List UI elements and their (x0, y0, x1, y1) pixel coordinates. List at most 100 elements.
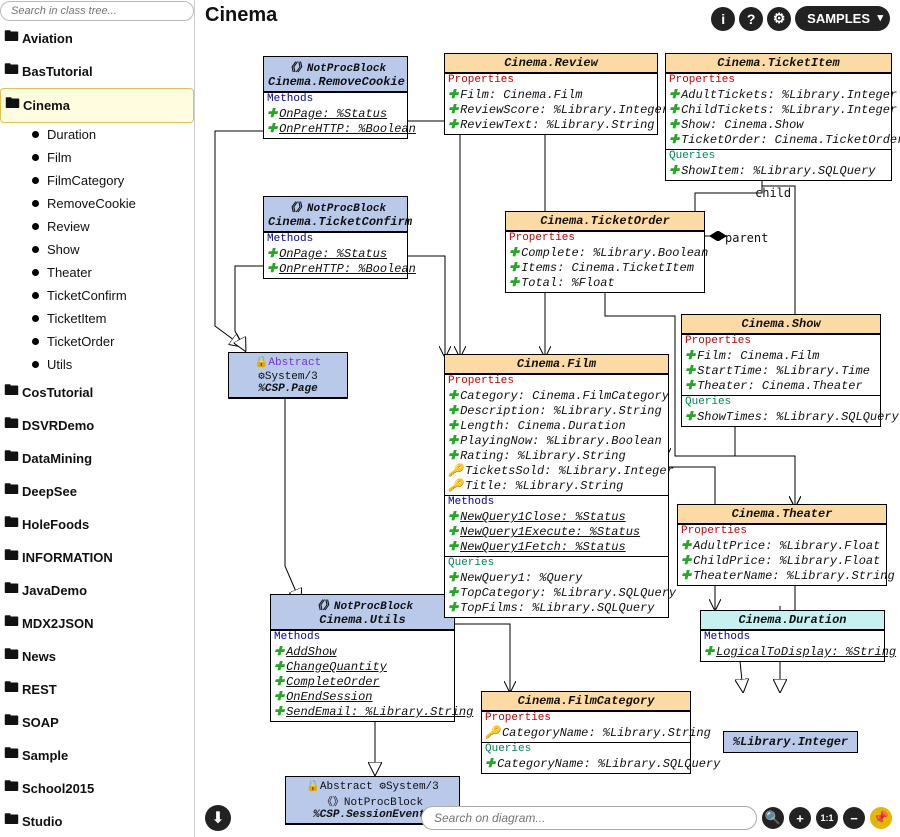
tree-leaf[interactable]: Review (0, 215, 194, 238)
class-ticket-item[interactable]: Cinema.TicketItem Properties ✚AdultTicke… (665, 53, 892, 181)
member-row[interactable]: ✚NewQuery1Execute: %Status (448, 524, 665, 539)
tree-folder[interactable]: News (0, 640, 194, 673)
member-row[interactable]: 🔑Title: %Library.String (448, 478, 665, 493)
tree-leaf[interactable]: FilmCategory (0, 169, 194, 192)
tree-folder[interactable]: Cinema (0, 88, 194, 123)
tree-leaf[interactable]: Film (0, 146, 194, 169)
member-row[interactable]: ✚CategoryName: %Library.SQLQuery (485, 756, 687, 771)
tree-folder[interactable]: Sample (0, 739, 194, 772)
member-row[interactable]: ✚StartTime: %Library.Time (685, 363, 877, 378)
bullet-icon (32, 361, 39, 368)
member-row[interactable]: ✚TicketOrder: Cinema.TicketOrder (669, 132, 888, 147)
member-row[interactable]: ✚AdultPrice: %Library.Float (681, 538, 883, 553)
tree-leaf[interactable]: TicketConfirm (0, 284, 194, 307)
tree-folder[interactable]: School2015 (0, 772, 194, 805)
class-ticket-confirm[interactable]: 《》NotProcBlockCinema.TicketConfirm Metho… (263, 196, 408, 279)
tree-leaf[interactable]: TicketOrder (0, 330, 194, 353)
member-row[interactable]: ✚OnPreHTTP: %Boolean (267, 121, 404, 136)
tree-folder[interactable]: JavaDemo (0, 574, 194, 607)
diagram-search-input[interactable] (421, 806, 757, 830)
member-row[interactable]: ✚TopFilms: %Library.SQLQuery (448, 600, 665, 615)
download-button[interactable]: ⬇ (205, 805, 231, 831)
member-row[interactable]: 🔑CategoryName: %Library.String (485, 725, 687, 740)
class-review[interactable]: Cinema.Review Properties ✚Film: Cinema.F… (444, 53, 658, 135)
class-tree[interactable]: AviationBasTutorialCinemaDurationFilmFil… (0, 22, 194, 833)
member-row[interactable]: ✚OnPreHTTP: %Boolean (267, 261, 404, 276)
samples-dropdown[interactable]: SAMPLES (795, 6, 890, 31)
zoom-reset-button[interactable]: 1:1 (816, 807, 838, 829)
member-row[interactable]: ✚CompleteOrder (274, 674, 451, 689)
member-row[interactable]: ✚ShowTimes: %Library.SQLQuery (685, 409, 877, 424)
member-row[interactable]: ✚ChangeQuantity (274, 659, 451, 674)
tree-folder[interactable]: SOAP (0, 706, 194, 739)
member-row[interactable]: ✚ReviewText: %Library.String (448, 117, 654, 132)
member-row[interactable]: ✚Total: %Float (509, 275, 701, 290)
tree-leaf[interactable]: TicketItem (0, 307, 194, 330)
member-row[interactable]: ✚PlayingNow: %Library.Boolean (448, 433, 665, 448)
member-row[interactable]: ✚AdultTickets: %Library.Integer (669, 87, 888, 102)
member-row[interactable]: ✚Complete: %Library.Boolean (509, 245, 701, 260)
tree-leaf[interactable]: Theater (0, 261, 194, 284)
tree-folder[interactable]: HoleFoods (0, 508, 194, 541)
class-remove-cookie[interactable]: 《》NotProcBlockCinema.RemoveCookie Method… (263, 56, 408, 139)
info-button[interactable]: i (711, 7, 735, 31)
class-theater[interactable]: Cinema.Theater Properties ✚AdultPrice: %… (677, 504, 887, 586)
tree-folder[interactable]: DSVRDemo (0, 409, 194, 442)
member-row[interactable]: ✚OnPage: %Status (267, 106, 404, 121)
member-row[interactable]: ✚NewQuery1Close: %Status (448, 509, 665, 524)
member-row[interactable]: ✚SendEmail: %Library.String (274, 704, 451, 719)
member-row[interactable]: ✚OnEndSession (274, 689, 451, 704)
tree-folder[interactable]: DataMining (0, 442, 194, 475)
class-film-category[interactable]: Cinema.FilmCategory Properties 🔑Category… (481, 691, 691, 774)
class-duration[interactable]: Cinema.Duration Methods ✚LogicalToDispla… (700, 610, 885, 662)
member-row[interactable]: ✚TheaterName: %Library.String (681, 568, 883, 583)
class-film[interactable]: Cinema.Film Properties ✚Category: Cinema… (444, 354, 669, 618)
member-row[interactable]: ✚Description: %Library.String (448, 403, 665, 418)
settings-button[interactable]: ⚙ (767, 7, 791, 31)
member-row[interactable]: ✚ReviewScore: %Library.Integer (448, 102, 654, 117)
help-button[interactable]: ? (739, 7, 763, 31)
search-button[interactable]: 🔍 (762, 807, 784, 829)
member-row[interactable]: ✚Theater: Cinema.Theater (685, 378, 877, 393)
class-utils[interactable]: 《》NotProcBlockCinema.Utils Methods ✚AddS… (270, 594, 455, 722)
member-row[interactable]: ✚TopCategory: %Library.SQLQuery (448, 585, 665, 600)
member-row[interactable]: ✚ShowItem: %Library.SQLQuery (669, 163, 888, 178)
tree-search-input[interactable] (0, 1, 194, 21)
zoom-in-button[interactable]: + (789, 807, 811, 829)
member-row[interactable]: ✚Film: Cinema.Film (685, 348, 877, 363)
tree-folder[interactable]: INFORMATION (0, 541, 194, 574)
member-row[interactable]: ✚Category: Cinema.FilmCategory (448, 388, 665, 403)
member-row[interactable]: ✚ChildTickets: %Library.Integer (669, 102, 888, 117)
tree-folder[interactable]: MDX2JSON (0, 607, 194, 640)
member-row[interactable]: ✚Rating: %Library.String (448, 448, 665, 463)
member-row[interactable]: 🔑TicketsSold: %Library.Integer (448, 463, 665, 478)
class-show[interactable]: Cinema.Show Properties ✚Film: Cinema.Fil… (681, 314, 881, 427)
member-row[interactable]: ✚NewQuery1Fetch: %Status (448, 539, 665, 554)
tree-folder[interactable]: DeepSee (0, 475, 194, 508)
diagram-canvas[interactable]: 《》NotProcBlockCinema.RemoveCookie Method… (195, 36, 900, 837)
member-row[interactable]: ✚Film: Cinema.Film (448, 87, 654, 102)
tree-folder[interactable]: REST (0, 673, 194, 706)
member-row[interactable]: ✚AddShow (274, 644, 451, 659)
zoom-out-button[interactable]: − (843, 807, 865, 829)
member-row[interactable]: ✚NewQuery1: %Query (448, 570, 665, 585)
tree-leaf[interactable]: Utils (0, 353, 194, 376)
bullet-icon (32, 131, 39, 138)
tree-folder[interactable]: Studio (0, 805, 194, 833)
class-library-integer[interactable]: %Library.Integer (723, 731, 858, 753)
class-ticket-order[interactable]: Cinema.TicketOrder Properties ✚Complete:… (505, 211, 705, 293)
member-row[interactable]: ✚LogicalToDisplay: %String (704, 644, 881, 659)
tree-leaf[interactable]: RemoveCookie (0, 192, 194, 215)
tree-folder[interactable]: Aviation (0, 22, 194, 55)
member-row[interactable]: ✚Show: Cinema.Show (669, 117, 888, 132)
tree-folder[interactable]: BasTutorial (0, 55, 194, 88)
member-row[interactable]: ✚Items: Cinema.TicketItem (509, 260, 701, 275)
tree-leaf[interactable]: Show (0, 238, 194, 261)
pin-button[interactable]: 📌 (870, 807, 892, 829)
class-csp-page[interactable]: 🔒Abstract⚙System/3%CSP.Page (228, 352, 348, 399)
member-row[interactable]: ✚Length: Cinema.Duration (448, 418, 665, 433)
tree-leaf[interactable]: Duration (0, 123, 194, 146)
member-row[interactable]: ✚OnPage: %Status (267, 246, 404, 261)
tree-folder[interactable]: CosTutorial (0, 376, 194, 409)
member-row[interactable]: ✚ChildPrice: %Library.Float (681, 553, 883, 568)
